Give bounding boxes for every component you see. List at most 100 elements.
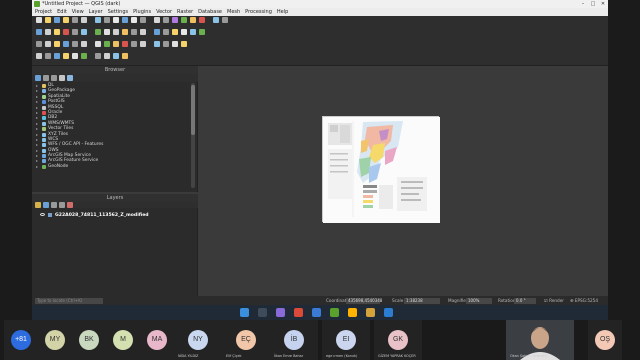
collapse-icon[interactable] [51, 75, 57, 81]
toolbar-tool-icon[interactable] [63, 29, 69, 35]
toolbar-tool-icon[interactable] [222, 17, 228, 23]
toolbar-tool-icon[interactable] [81, 53, 87, 59]
toolbar-tool-icon[interactable] [113, 41, 119, 47]
toolbar-tool-icon[interactable] [63, 17, 69, 23]
toolbar-tool-icon[interactable] [72, 41, 78, 47]
toolbar-tool-icon[interactable] [36, 17, 42, 23]
scale-field[interactable]: 1:38238 [404, 297, 440, 304]
minimize-button[interactable]: – [578, 0, 588, 8]
close-button[interactable]: ✕ [598, 0, 608, 8]
toolbar-tool-icon[interactable] [122, 17, 128, 23]
browser-item[interactable]: ▸ GeoNode [32, 164, 190, 169]
toolbar-tool-icon[interactable] [95, 29, 101, 35]
participant-tile[interactable]: Okan Şahin - ArkeoEO [506, 320, 574, 360]
menu-raster[interactable]: Raster [177, 8, 193, 16]
expand-arrow-icon[interactable]: ▸ [36, 164, 38, 169]
toolbar-tool-icon[interactable] [54, 29, 60, 35]
toolbar-tool-icon[interactable] [172, 17, 178, 23]
toolbar-tool-icon[interactable] [163, 41, 169, 47]
edge-icon[interactable] [312, 308, 321, 317]
browser-scrollbar[interactable] [191, 83, 195, 188]
toolbar-tool-icon[interactable] [140, 17, 146, 23]
toolbar-tool-icon[interactable] [181, 41, 187, 47]
add-group-icon[interactable] [43, 202, 49, 208]
menu-processing[interactable]: Processing [245, 8, 272, 16]
toolbar-tool-icon[interactable] [140, 29, 146, 35]
filter-legend-icon[interactable] [51, 202, 57, 208]
toolbar-tool-icon[interactable] [122, 53, 128, 59]
participant-tile[interactable]: NY NİDA YILDIZ [174, 320, 222, 360]
toolbar-tool-icon[interactable] [163, 29, 169, 35]
toolbar-tool-icon[interactable] [172, 41, 178, 47]
toolbar-tool-icon[interactable] [113, 53, 119, 59]
participant-tile[interactable]: MY [38, 320, 72, 360]
remove-layer-icon[interactable] [67, 202, 73, 208]
toolbar-tool-icon[interactable] [95, 53, 101, 59]
toolbar-tool-icon[interactable] [104, 53, 110, 59]
menu-mesh[interactable]: Mesh [227, 8, 240, 16]
toolbar-tool-icon[interactable] [63, 53, 69, 59]
participant-tile[interactable]: +81 [4, 320, 38, 360]
properties-icon[interactable] [59, 75, 65, 81]
toolbar-tool-icon[interactable] [131, 29, 137, 35]
toolbar-tool-icon[interactable] [45, 53, 51, 59]
toolbar-tool-icon[interactable] [190, 17, 196, 23]
participant-tile[interactable]: EI ege ırmen (Konuk) [322, 320, 370, 360]
menu-database[interactable]: Database [198, 8, 222, 16]
search-icon[interactable] [258, 308, 267, 317]
toolbar-tool-icon[interactable] [95, 17, 101, 23]
layer-item[interactable]: G22A028_74811_113562_Z_modified [40, 212, 149, 219]
toolbar-tool-icon[interactable] [172, 29, 178, 35]
coordinate-field[interactable]: 435698,4540348 [346, 297, 382, 304]
participant-tile[interactable]: GK GİZEM YAPRAK KOÇER [374, 320, 422, 360]
toolbar-tool-icon[interactable] [104, 29, 110, 35]
toolbar-tool-icon[interactable] [131, 17, 137, 23]
participant-tile[interactable]: MA [140, 320, 174, 360]
menu-view[interactable]: View [72, 8, 84, 16]
toolbar-tool-icon[interactable] [81, 29, 87, 35]
toolbar-tool-icon[interactable] [154, 41, 160, 47]
rotation-field[interactable]: 0.0 ° [514, 297, 536, 304]
map-canvas[interactable] [198, 66, 608, 296]
toolbar-tool-icon[interactable] [63, 41, 69, 47]
toolbar-tool-icon[interactable] [95, 41, 101, 47]
toolbar-tool-icon[interactable] [45, 17, 51, 23]
locator-search-input[interactable]: Type to locate (Ctrl+K) [35, 297, 103, 304]
crs-button[interactable]: ⊕ EPSG:5254 [570, 296, 598, 305]
toolbar-tool-icon[interactable] [54, 17, 60, 23]
toolbar-tool-icon[interactable] [72, 29, 78, 35]
refresh-icon[interactable] [35, 75, 41, 81]
toolbar-tool-icon[interactable] [199, 17, 205, 23]
toolbar-tool-icon[interactable] [181, 29, 187, 35]
toolbar-tool-icon[interactable] [104, 17, 110, 23]
menu-settings[interactable]: Settings [108, 8, 129, 16]
toolbar-tool-icon[interactable] [113, 17, 119, 23]
participant-tile[interactable]: OŞ [588, 320, 622, 360]
toolbar-tool-icon[interactable] [81, 41, 87, 47]
windows-start-icon[interactable] [240, 308, 249, 317]
toolbar-tool-icon[interactable] [36, 29, 42, 35]
toolbar-tool-icon[interactable] [54, 41, 60, 47]
magnifier-field[interactable]: 100% [466, 297, 492, 304]
menu-layer[interactable]: Layer [89, 8, 103, 16]
toolbar-tool-icon[interactable] [154, 17, 160, 23]
menu-project[interactable]: Project [35, 8, 52, 16]
toolbar-tool-icon[interactable] [72, 53, 78, 59]
menu-help[interactable]: Help [277, 8, 288, 16]
toolbar-tool-icon[interactable] [140, 41, 146, 47]
file-explorer-icon[interactable] [348, 308, 357, 317]
participant-tile[interactable]: İB İlkan Emre Bahar [270, 320, 318, 360]
toolbar-tool-icon[interactable] [181, 17, 187, 23]
toolbar-tool-icon[interactable] [113, 29, 119, 35]
toolbar-tool-icon[interactable] [36, 41, 42, 47]
toolbar-tool-icon[interactable] [72, 17, 78, 23]
opera-icon[interactable] [294, 308, 303, 317]
toolbar-tool-icon[interactable] [131, 41, 137, 47]
word-icon[interactable] [384, 308, 393, 317]
render-checkbox[interactable]: ☑ Render [544, 296, 564, 305]
toolbar-tool-icon[interactable] [213, 17, 219, 23]
toolbar-tool-icon[interactable] [122, 41, 128, 47]
toolbar-tool-icon[interactable] [81, 17, 87, 23]
folder-icon[interactable] [366, 308, 375, 317]
toolbar-tool-icon[interactable] [163, 17, 169, 23]
